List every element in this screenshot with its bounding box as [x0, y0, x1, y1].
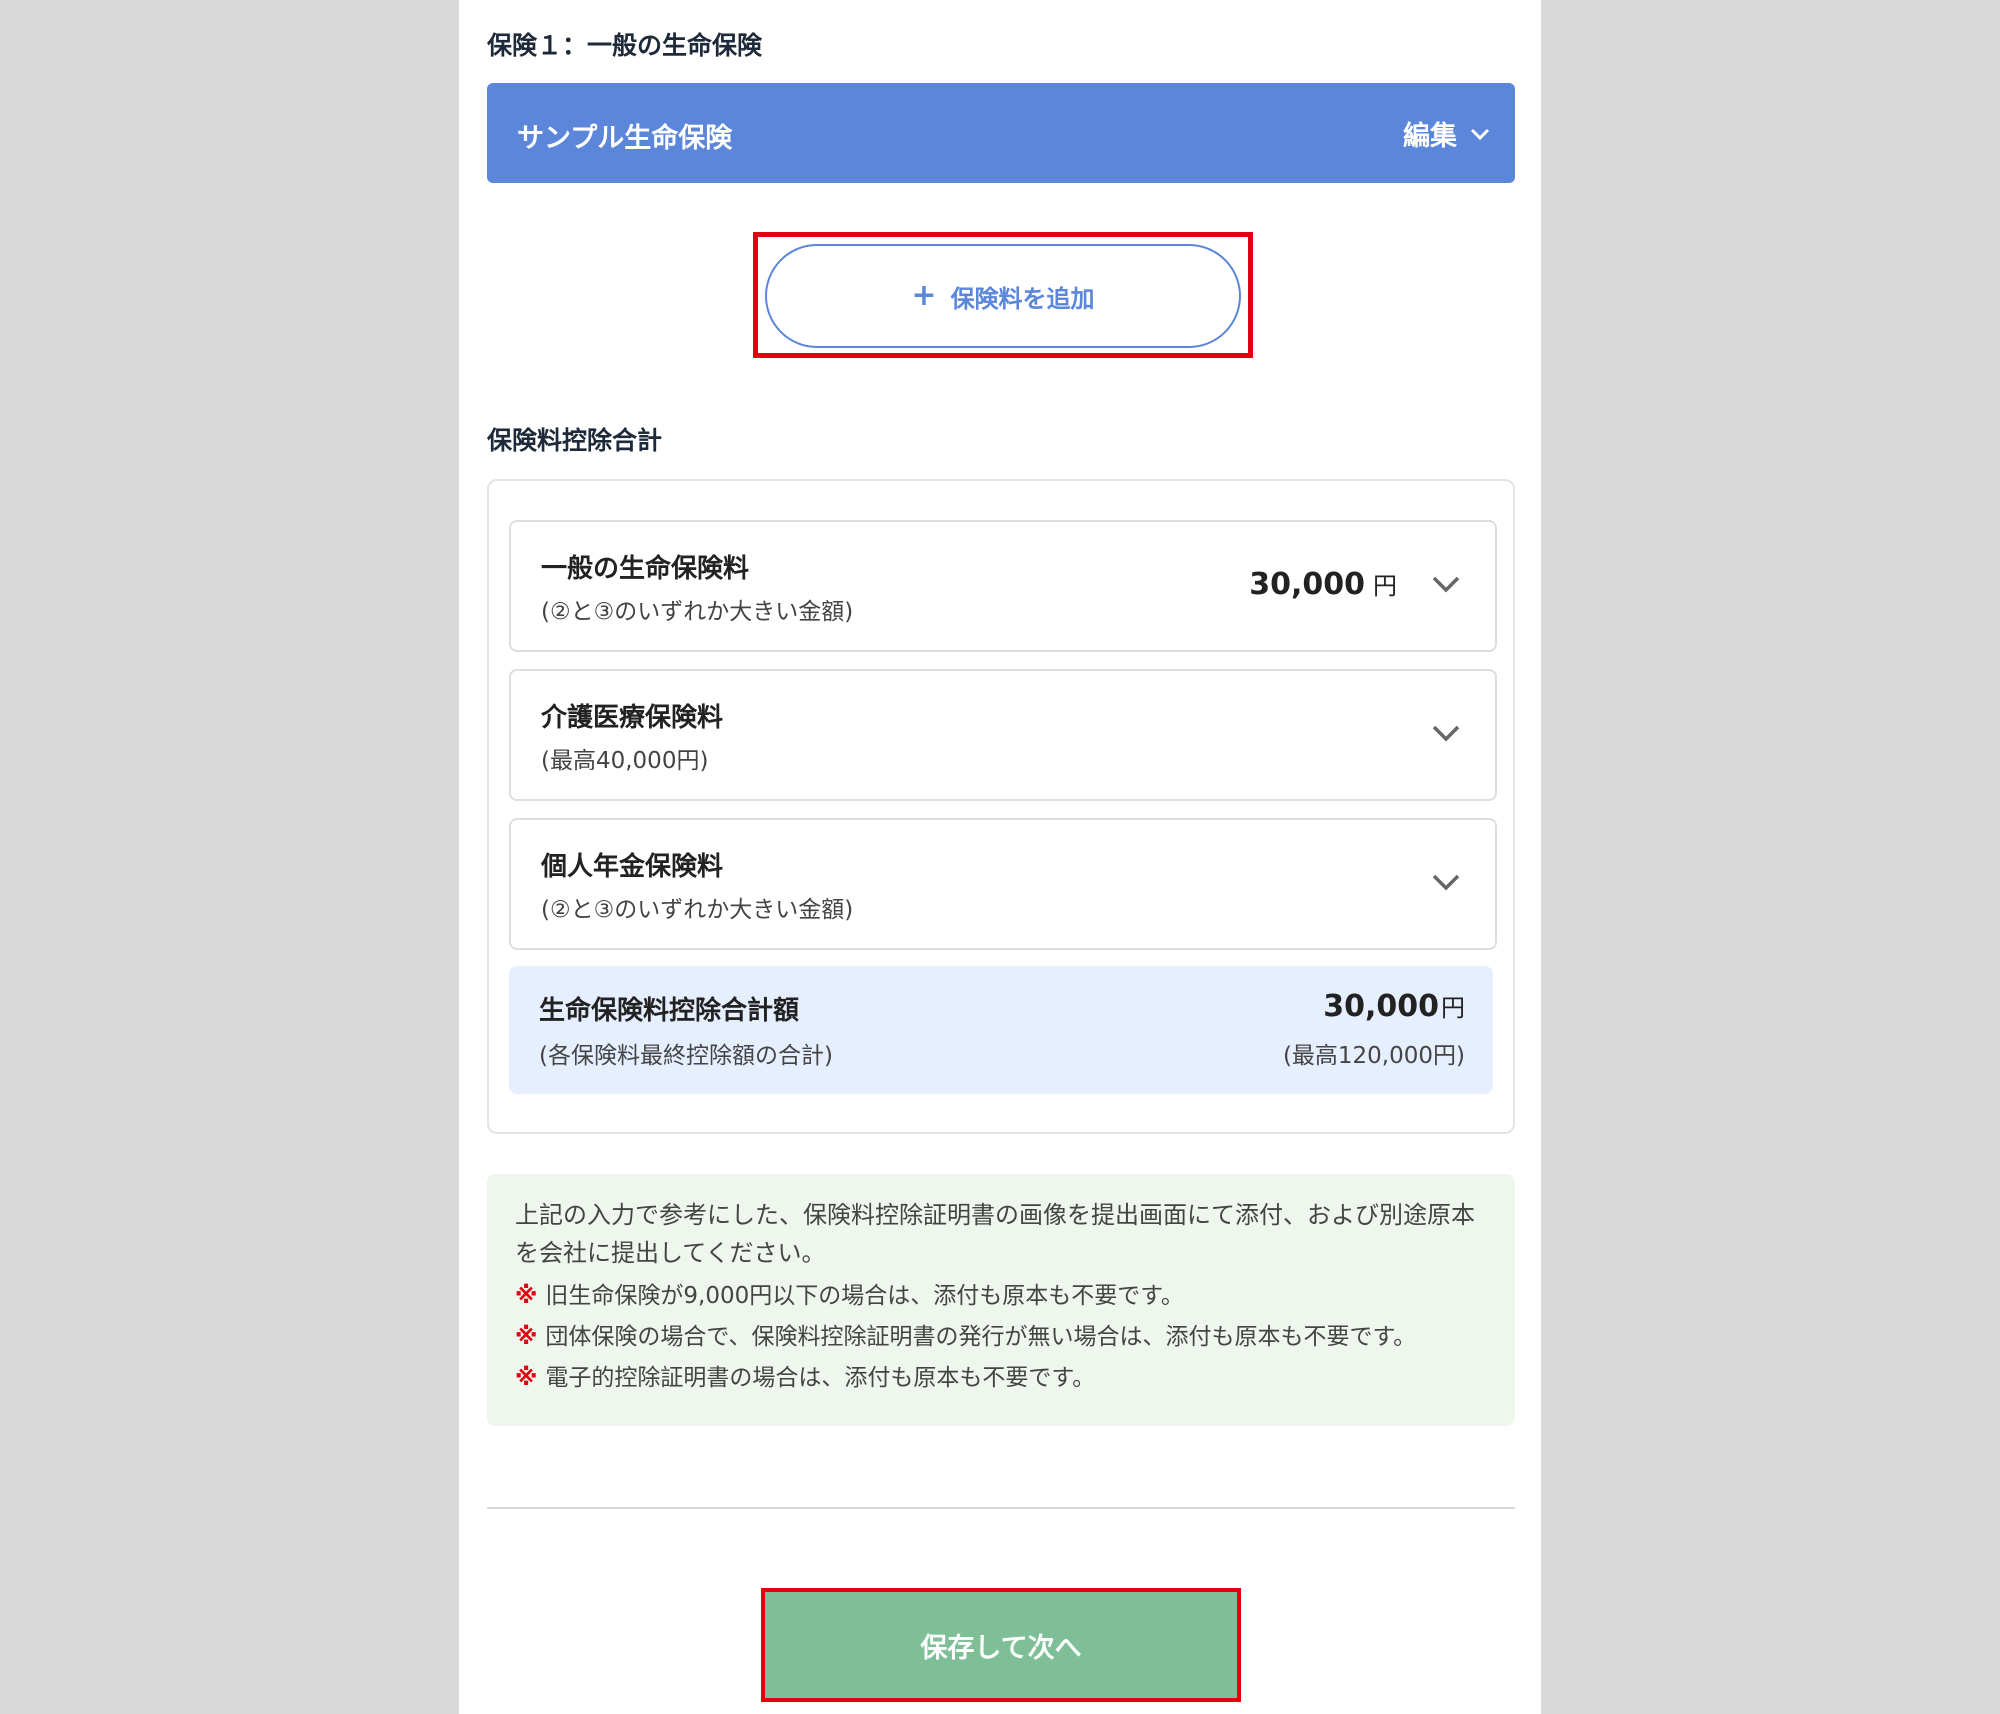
premium-row-general[interactable]: 一般の生命保険料 (②と③のいずれか大きい金額) 30,000 円: [509, 520, 1497, 652]
chevron-down-icon[interactable]: [1431, 870, 1461, 894]
row-sub: (②と③のいずれか大きい金額): [541, 599, 854, 625]
asterisk-mark: ※: [515, 1283, 538, 1309]
insurance-header: サンプル生命保険 編集: [487, 83, 1515, 183]
deduction-panel: 一般の生命保険料 (②と③のいずれか大きい金額) 30,000 円 介護医療保険料…: [487, 479, 1515, 1134]
divider: [487, 1507, 1515, 1509]
row-label: 介護医療保険料: [541, 703, 724, 733]
notice-item: ※ 電子的控除証明書の場合は、添付も原本も不要です。: [515, 1365, 1096, 1391]
row-label: 一般の生命保険料: [541, 554, 750, 584]
edit-button[interactable]: 編集: [1403, 114, 1491, 153]
total-label: 生命保険料控除合計額: [539, 996, 800, 1026]
total-sub: (各保険料最終控除額の合計): [539, 1043, 833, 1069]
notice-main-text: 上記の入力で参考にした、保険料控除証明書の画像を提出画面にて添付、および別途原本…: [515, 1201, 1475, 1267]
add-premium-label: 保険料を追加: [950, 284, 1095, 313]
plus-icon: +: [911, 278, 937, 313]
chevron-down-icon[interactable]: [1431, 721, 1461, 745]
premium-row-pension[interactable]: 個人年金保険料 (②と③のいずれか大きい金額): [509, 818, 1497, 950]
chevron-down-icon: [1470, 128, 1490, 140]
notice-item: ※ 旧生命保険が9,000円以下の場合は、添付も原本も不要です。: [515, 1283, 1184, 1309]
edit-label: 編集: [1403, 121, 1457, 152]
chevron-down-icon[interactable]: [1431, 572, 1461, 596]
total-deduction-box: 生命保険料控除合計額 (各保険料最終控除額の合計) 30,000円 (最高120…: [509, 966, 1493, 1094]
premium-row-medical[interactable]: 介護医療保険料 (最高40,000円): [509, 669, 1497, 801]
row-sub: (最高40,000円): [541, 748, 709, 774]
notice-box: 上記の入力で参考にした、保険料控除証明書の画像を提出画面にて添付、および別途原本…: [487, 1174, 1515, 1426]
insurance-name: サンプル生命保険: [517, 123, 733, 154]
add-premium-button[interactable]: + 保険料を追加: [765, 244, 1241, 348]
insurance-section-title: 保険１：一般の生命保険: [487, 31, 763, 60]
row-label: 個人年金保険料: [541, 852, 724, 882]
asterisk-mark: ※: [515, 1365, 538, 1391]
total-max: (最高120,000円): [1282, 1043, 1465, 1069]
notice-item: ※ 団体保険の場合で、保険料控除証明書の発行が無い場合は、添付も原本も不要です。: [515, 1324, 1417, 1350]
row-amount: 30,000 円: [1249, 567, 1397, 602]
save-next-button[interactable]: 保存して次へ: [765, 1592, 1237, 1698]
asterisk-mark: ※: [515, 1324, 538, 1350]
page: 保険１：一般の生命保険 サンプル生命保険 編集 + 保険料を追加 保険料控除合計…: [459, 0, 1541, 1714]
total-amount: 30,000円: [1323, 989, 1465, 1024]
row-sub: (②と③のいずれか大きい金額): [541, 897, 854, 923]
deduction-total-title: 保険料控除合計: [487, 426, 663, 455]
